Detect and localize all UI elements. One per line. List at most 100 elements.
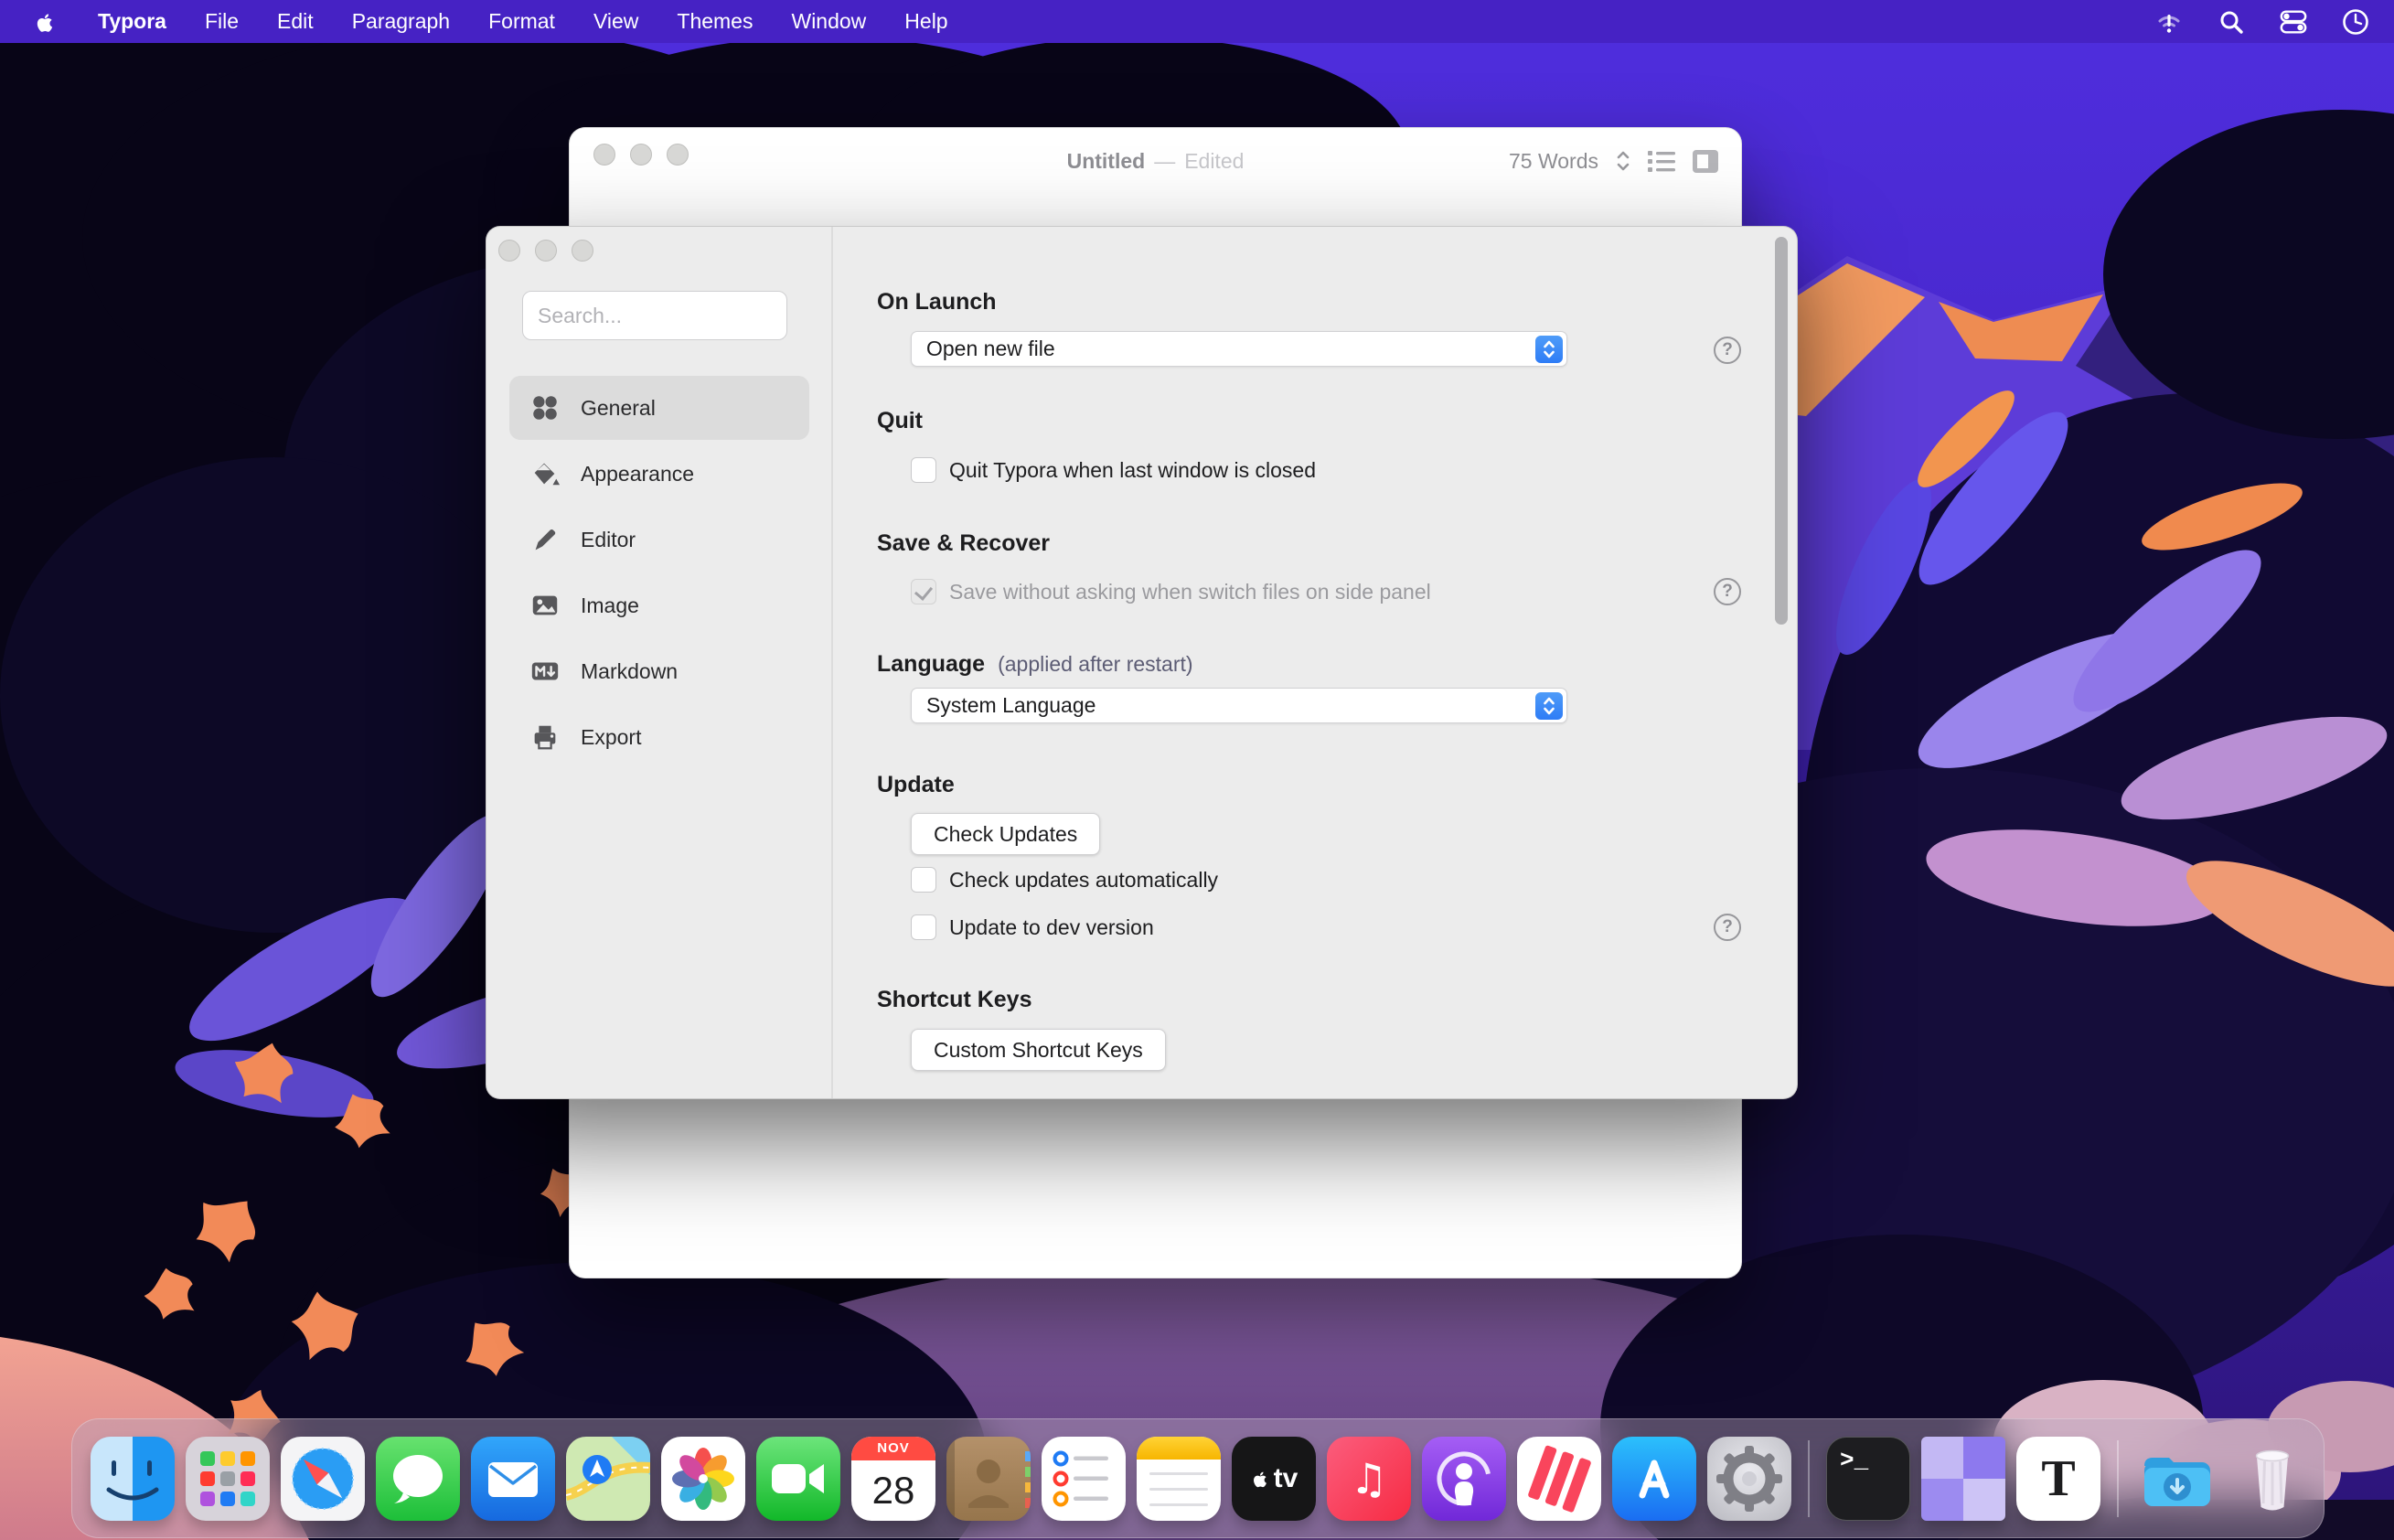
dock-divider [2117, 1440, 2119, 1517]
minimize-button[interactable] [535, 240, 557, 262]
dock-news[interactable] [1517, 1437, 1601, 1521]
dock-messages[interactable] [376, 1437, 460, 1521]
control-center-icon[interactable] [2279, 7, 2308, 37]
sidebar-item-label: Editor [581, 528, 636, 552]
clock-icon[interactable] [2341, 7, 2370, 37]
reminders-list-icon [1042, 1437, 1126, 1521]
menu-help[interactable]: Help [885, 0, 967, 43]
notes-line [1149, 1503, 1208, 1506]
dock-reminders[interactable] [1042, 1437, 1126, 1521]
sidebar-item-label: Image [581, 594, 639, 618]
wifi-alert-icon[interactable] [2154, 7, 2184, 37]
contacts-book-icon [946, 1437, 1031, 1521]
custom-shortcut-keys-button[interactable]: Custom Shortcut Keys [911, 1029, 1166, 1071]
menu-file[interactable]: File [186, 0, 258, 43]
menu-typora[interactable]: Typora [79, 0, 186, 43]
dock-app-store[interactable] [1612, 1437, 1696, 1521]
downloads-folder-icon [2135, 1437, 2219, 1521]
prefs-window-controls [498, 240, 593, 262]
language-select[interactable]: System Language [911, 688, 1567, 723]
sidebar-item-editor[interactable]: Editor [509, 508, 809, 572]
dock-calendar[interactable]: NOV 28 [851, 1437, 935, 1521]
terminal-prompt-icon: >_ [1840, 1447, 1868, 1474]
photos-pinwheel-icon [661, 1437, 745, 1521]
menu-window[interactable]: Window [772, 0, 885, 43]
trash-icon [2230, 1437, 2314, 1521]
menu-bar: Typora File Edit Paragraph Format View T… [0, 0, 2394, 43]
printer-icon [529, 722, 561, 753]
check-updates-automatically-checkbox[interactable] [911, 867, 936, 893]
music-note-icon: ♫ [1350, 1454, 1387, 1503]
zoom-button[interactable] [572, 240, 593, 262]
edited-badge: Edited [1184, 149, 1244, 174]
search-input[interactable] [522, 291, 787, 340]
section-update: Update [877, 771, 955, 798]
language-title: Language [877, 651, 985, 677]
menu-paragraph[interactable]: Paragraph [333, 0, 469, 43]
search-icon[interactable] [2217, 7, 2246, 37]
sidebar-divider [831, 227, 833, 1098]
sidebar-item-label: Markdown [581, 659, 678, 684]
dock-system-settings[interactable] [1707, 1437, 1791, 1521]
podcasts-icon [1422, 1437, 1506, 1521]
menu-themes[interactable]: Themes [657, 0, 772, 43]
dock-image-preview[interactable] [1921, 1437, 2005, 1521]
dock-photos[interactable] [661, 1437, 745, 1521]
dock: NOV 28 [71, 1418, 2325, 1538]
app-store-icon [1612, 1437, 1696, 1521]
dev-version-checkbox-row: Update to dev version [911, 914, 1154, 940]
dock-terminal[interactable]: >_ [1826, 1437, 1910, 1521]
outline-list-icon[interactable] [1648, 149, 1675, 173]
word-count[interactable]: 75 Words [1509, 149, 1598, 174]
dock-maps[interactable] [566, 1437, 650, 1521]
editor-titlebar: Untitled — Edited 75 Words [570, 128, 1741, 194]
apple-tv-label: tv [1274, 1463, 1299, 1494]
dock-finder[interactable] [91, 1437, 175, 1521]
sidebar-item-markdown[interactable]: Markdown [509, 639, 809, 703]
close-button[interactable] [498, 240, 520, 262]
update-to-dev-version-checkbox[interactable] [911, 914, 936, 940]
envelope-icon [471, 1437, 555, 1521]
section-language: Language(applied after restart) [877, 650, 1193, 678]
dock-safari[interactable] [281, 1437, 365, 1521]
sidebar-panel-icon[interactable] [1692, 149, 1719, 174]
on-launch-help-icon[interactable]: ? [1714, 337, 1741, 364]
scrollbar-thumb[interactable] [1775, 237, 1788, 625]
sidebar-item-general[interactable]: General [509, 376, 809, 440]
on-launch-select[interactable]: Open new file [911, 331, 1567, 367]
sidebar-item-export[interactable]: Export [509, 705, 809, 769]
dev-version-help-icon[interactable]: ? [1714, 914, 1741, 941]
menu-edit[interactable]: Edit [258, 0, 333, 43]
dock-music[interactable]: ♫ [1327, 1437, 1411, 1521]
menu-format[interactable]: Format [469, 0, 574, 43]
save-without-asking-checkbox[interactable] [911, 579, 936, 604]
dock-podcasts[interactable] [1422, 1437, 1506, 1521]
dock-apple-tv[interactable]: tv [1232, 1437, 1316, 1521]
dock-launchpad[interactable] [186, 1437, 270, 1521]
gear-icon [1707, 1437, 1791, 1521]
menu-view[interactable]: View [574, 0, 657, 43]
save-help-icon[interactable]: ? [1714, 578, 1741, 605]
paint-bucket-icon [529, 458, 561, 489]
sidebar-item-appearance[interactable]: Appearance [509, 442, 809, 506]
word-count-stepper-icon[interactable] [1615, 150, 1631, 172]
check-updates-button[interactable]: Check Updates [911, 813, 1100, 855]
notes-band [1137, 1437, 1221, 1460]
speech-bubble-icon [376, 1437, 460, 1521]
dock-notes[interactable] [1137, 1437, 1221, 1521]
dock-downloads[interactable] [2135, 1437, 2219, 1521]
dock-facetime[interactable] [756, 1437, 840, 1521]
quit-checkbox[interactable] [911, 457, 936, 483]
calendar-month: NOV [851, 1437, 935, 1460]
dock-trash[interactable] [2230, 1437, 2314, 1521]
select-stepper-icon [1535, 692, 1563, 720]
sidebar-item-label: General [581, 396, 656, 421]
sidebar-item-image[interactable]: Image [509, 573, 809, 637]
dock-contacts[interactable] [946, 1437, 1031, 1521]
apple-menu[interactable] [33, 8, 60, 36]
dock-mail[interactable] [471, 1437, 555, 1521]
save-checkbox-label: Save without asking when switch files on… [949, 579, 1431, 604]
maps-icon [566, 1437, 650, 1521]
image-icon [529, 590, 561, 621]
dock-typora[interactable]: T [2016, 1437, 2100, 1521]
